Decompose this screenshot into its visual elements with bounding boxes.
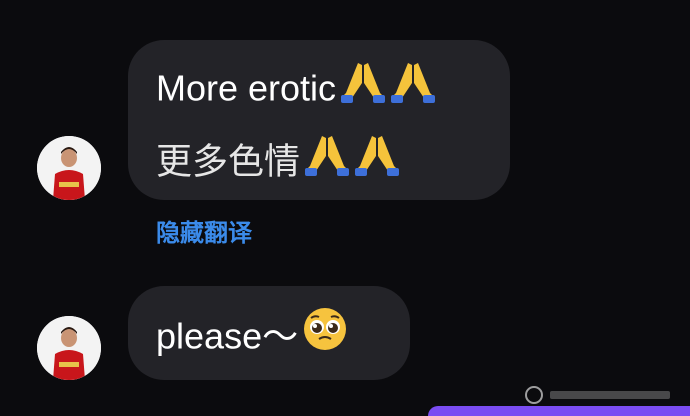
folded-hands-icon bbox=[390, 59, 436, 118]
message-bubble-2[interactable]: please～ bbox=[128, 286, 410, 380]
message-line: 更多色情 bbox=[156, 132, 510, 191]
message-text: More erotic bbox=[156, 67, 337, 109]
message-bubble-1[interactable]: More erotic 更多色情 bbox=[128, 40, 510, 200]
input-bar-edge bbox=[428, 406, 690, 416]
avatar[interactable] bbox=[37, 136, 101, 200]
message-text: please～ bbox=[156, 315, 299, 357]
message-line: More erotic bbox=[156, 59, 510, 118]
hide-translation-link[interactable]: 隐藏翻译 bbox=[156, 213, 252, 248]
pleading-face-icon bbox=[302, 306, 348, 367]
player-photo-icon bbox=[37, 136, 101, 200]
avatar[interactable] bbox=[37, 316, 101, 380]
folded-hands-icon bbox=[340, 59, 386, 118]
message-text-translated: 更多色情 bbox=[156, 140, 301, 182]
message-line: please～ bbox=[156, 306, 410, 367]
weibo-watermark-icon bbox=[524, 385, 674, 408]
player-photo-icon bbox=[37, 316, 101, 380]
folded-hands-icon bbox=[304, 132, 350, 191]
folded-hands-icon bbox=[354, 132, 400, 191]
